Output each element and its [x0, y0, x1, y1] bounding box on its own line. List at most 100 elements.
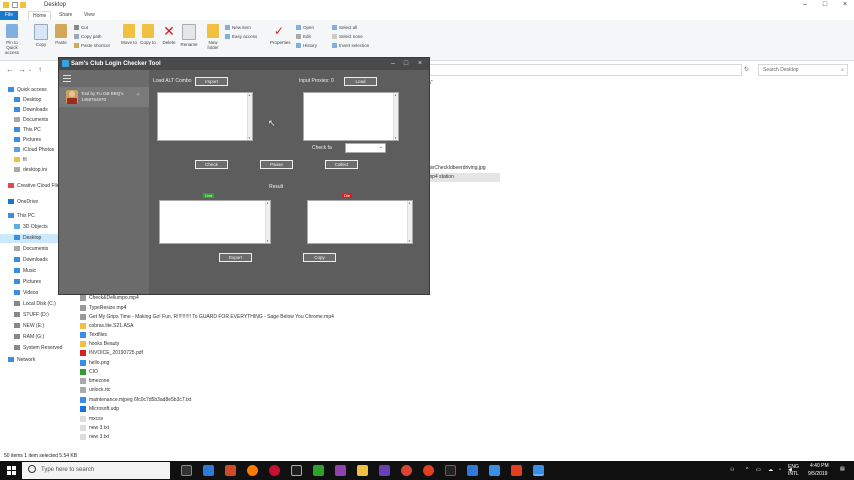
- list-item[interactable]: CIO: [80, 368, 98, 377]
- nav-pictures[interactable]: Pictures: [14, 136, 41, 145]
- hamburger-menu-icon[interactable]: [63, 75, 71, 82]
- nav-desktop-file[interactable]: desktop.ini: [14, 166, 47, 175]
- list-item[interactable]: new 3.txt: [80, 424, 109, 433]
- proxies-textarea[interactable]: [303, 92, 399, 141]
- media-app-icon[interactable]: [445, 465, 456, 476]
- nav-system-reserved[interactable]: System Reserved: [14, 344, 62, 353]
- list-item[interactable]: mp4 station: [428, 173, 500, 182]
- close-button[interactable]: ×: [840, 1, 850, 9]
- nav-music[interactable]: Music: [14, 267, 36, 276]
- nav-local-disk-c[interactable]: Local Disk (C:): [14, 300, 56, 309]
- threads-select[interactable]: ⌄: [345, 143, 386, 153]
- copy-path-button[interactable]: Copy path: [74, 33, 102, 41]
- export-button[interactable]: Export: [219, 253, 252, 262]
- tab-share[interactable]: Share: [55, 11, 76, 19]
- recent-chevron-icon[interactable]: ⌄: [28, 67, 32, 73]
- list-item[interactable]: Textfiles: [80, 331, 107, 340]
- list-item[interactable]: mxcsv: [80, 415, 103, 424]
- nav-desktop[interactable]: Desktop: [14, 96, 41, 105]
- tab-file[interactable]: File: [0, 11, 18, 20]
- list-item[interactable]: timezone: [80, 377, 109, 386]
- new-item-button[interactable]: New item: [225, 24, 251, 32]
- nav-icloud[interactable]: iCloud Photos: [14, 146, 54, 155]
- list-item[interactable]: cobras.lite.S21.ASA: [80, 322, 133, 331]
- taskbar-search[interactable]: Type here to search: [22, 462, 170, 479]
- notification-icon[interactable]: ▤: [840, 466, 845, 472]
- tab-home[interactable]: Home: [28, 11, 52, 20]
- orange-app-icon[interactable]: [511, 465, 522, 476]
- purple-app-icon[interactable]: [335, 465, 346, 476]
- move-to-button[interactable]: Move to: [120, 24, 138, 45]
- opera-icon[interactable]: [269, 465, 280, 476]
- list-item[interactable]: unlock.rtc: [80, 386, 110, 395]
- copy-to-button[interactable]: Copy to: [139, 24, 157, 45]
- nav-creative-cloud[interactable]: Creative Cloud Files: [8, 182, 62, 191]
- editor-icon[interactable]: [291, 465, 302, 476]
- nav-quick-access[interactable]: Quick access: [8, 86, 47, 95]
- delete-button[interactable]: ✕ Delete: [160, 24, 178, 45]
- list-item[interactable]: INVOICE_20190725.pdf: [80, 349, 143, 358]
- live-scrollbar[interactable]: [265, 201, 270, 243]
- app-icon[interactable]: [225, 465, 236, 476]
- proxies-scrollbar[interactable]: [393, 93, 398, 140]
- maximize-button[interactable]: □: [820, 1, 830, 9]
- list-item[interactable]: hello.png: [80, 359, 109, 368]
- edit-button[interactable]: Edit: [296, 33, 311, 41]
- invert-selection-button[interactable]: Invert selection: [332, 42, 369, 50]
- nav-fil[interactable]: fil: [14, 156, 27, 165]
- list-item[interactable]: Check&Dellumpo.mp4: [80, 294, 139, 303]
- copy-button[interactable]: Copy: [303, 253, 336, 262]
- easy-access-button[interactable]: Easy access: [225, 33, 257, 41]
- cloud-icon[interactable]: ☁: [768, 467, 773, 473]
- properties-button[interactable]: ✓ Properties: [270, 24, 291, 45]
- import-button[interactable]: Import: [195, 77, 228, 86]
- app-maximize-button[interactable]: □: [400, 58, 412, 70]
- new-folder-icon[interactable]: [20, 2, 26, 8]
- quick-save-icon[interactable]: [12, 2, 18, 8]
- select-all-button[interactable]: Select all: [332, 24, 357, 32]
- nav-stuff-d[interactable]: STUFF (D:): [14, 311, 49, 320]
- battery-icon[interactable]: ▭: [756, 467, 761, 473]
- file-explorer-icon[interactable]: [357, 465, 368, 476]
- die-scrollbar[interactable]: [407, 201, 412, 243]
- pin-icon[interactable]: ✧: [136, 92, 140, 98]
- list-item[interactable]: maintenance.mjpeg 6fc0c7d5b3ad8e5b3c7.tx…: [80, 396, 191, 405]
- task-view-icon[interactable]: [181, 465, 192, 476]
- chrome-icon[interactable]: [401, 465, 412, 476]
- rename-button[interactable]: Rename: [180, 24, 198, 47]
- nav-pictures-pc[interactable]: Pictures: [14, 278, 41, 287]
- network-icon[interactable]: ◔: [778, 467, 781, 473]
- up-icon[interactable]: ↑: [38, 65, 42, 74]
- start-button[interactable]: [0, 461, 22, 480]
- pause-button[interactable]: Pause: [260, 160, 293, 169]
- nav-documents[interactable]: Documents: [14, 116, 48, 125]
- nav-network[interactable]: Network: [8, 356, 35, 365]
- list-item[interactable]: nixCheckIdbeerdriving.jpg: [428, 164, 486, 173]
- open-button[interactable]: Open: [296, 24, 314, 32]
- nav-downloads-pc[interactable]: Downloads: [14, 256, 48, 265]
- app-close-button[interactable]: ×: [414, 58, 426, 70]
- paste-shortcut-button[interactable]: Paste shortcut: [74, 42, 110, 50]
- blue-app-icon[interactable]: [467, 465, 478, 476]
- nav-this-pc[interactable]: This PC: [14, 126, 41, 135]
- nav-videos[interactable]: Videos: [14, 289, 38, 298]
- list-item[interactable]: Get My Grips Time - Making Go! Fun, R!!!…: [80, 313, 334, 322]
- nav-new-e[interactable]: NEW (E:): [14, 322, 44, 331]
- nav-3d-objects[interactable]: 3D Objects: [14, 223, 48, 232]
- store-icon[interactable]: [203, 465, 214, 476]
- combos-textarea[interactable]: [157, 92, 253, 141]
- new-folder-button[interactable]: New folder: [204, 24, 222, 50]
- firefox-icon[interactable]: [247, 465, 258, 476]
- select-none-button[interactable]: Select none: [332, 33, 363, 41]
- show-hidden-icon[interactable]: ^: [746, 467, 748, 473]
- red-app-icon[interactable]: [423, 465, 434, 476]
- load-proxies-button[interactable]: Load: [344, 77, 377, 86]
- cut-button[interactable]: Cut: [74, 24, 88, 32]
- nav-this-pc-root[interactable]: This PC: [8, 212, 35, 221]
- back-icon[interactable]: ←: [6, 65, 14, 74]
- nav-ram-g[interactable]: RAM (G:): [14, 333, 44, 342]
- forward-icon[interactable]: →: [18, 65, 26, 74]
- paste-button[interactable]: Paste: [52, 24, 70, 45]
- history-button[interactable]: History: [296, 42, 317, 50]
- app-minimize-button[interactable]: –: [387, 58, 399, 70]
